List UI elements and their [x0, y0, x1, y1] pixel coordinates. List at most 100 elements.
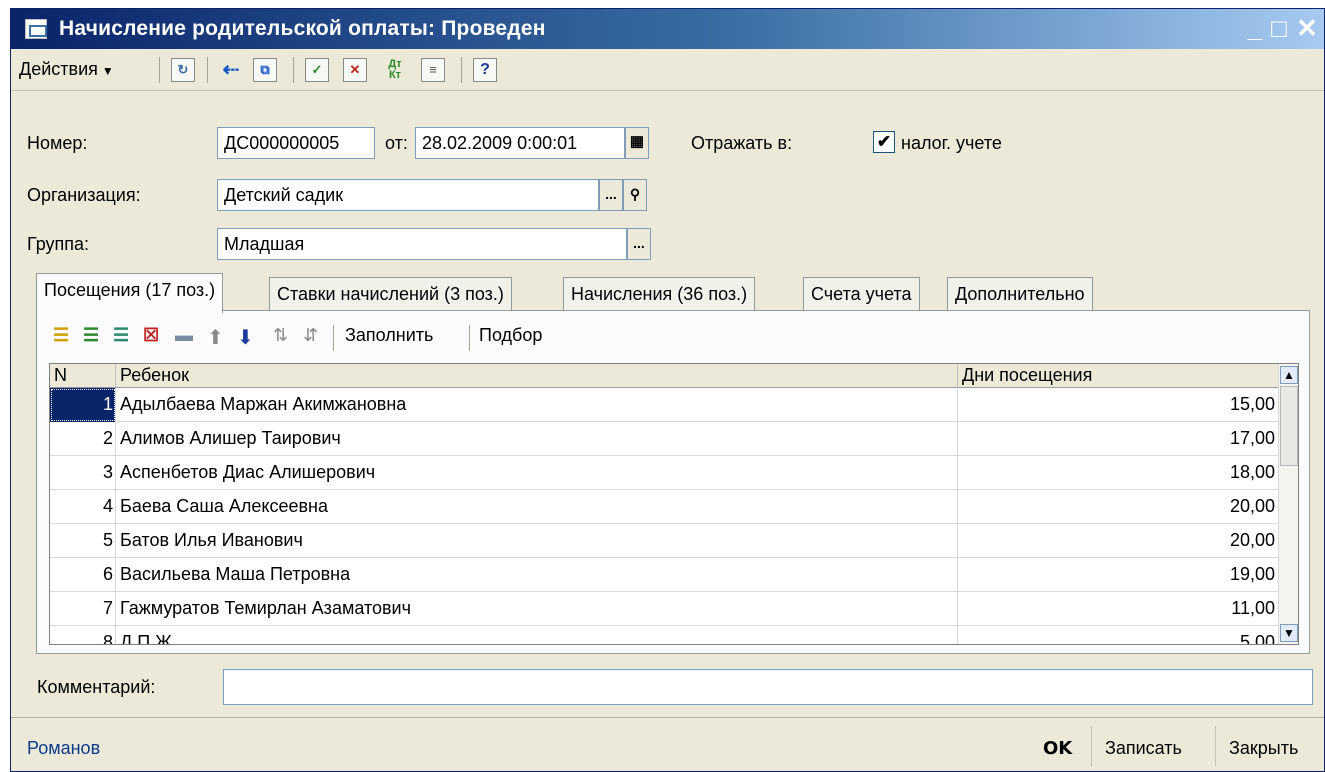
refresh-icon[interactable]: ↻ [171, 58, 195, 82]
visit-days: 19,00 [958, 558, 1280, 592]
number-field[interactable]: ДС000000005 [217, 127, 375, 159]
row-number: 7 [50, 592, 116, 626]
visit-days: 15,00 [958, 388, 1280, 422]
visit-days: 18,00 [958, 456, 1280, 490]
status-bar: Романов OK Записать Закрыть [11, 717, 1324, 772]
move-back-icon[interactable]: ⇠ [219, 58, 243, 82]
status-divider [1091, 726, 1092, 766]
dt-kt-label: Дт Кт [388, 58, 402, 81]
table-row[interactable]: 6 Васильева Маша Петровна 19,00 [50, 558, 1280, 592]
row-number: 8 [50, 626, 116, 644]
move-down-icon[interactable]: ⬇ [237, 325, 259, 349]
comment-label: Комментарий: [37, 677, 156, 697]
tab-additional[interactable]: Дополнительно [947, 277, 1093, 311]
end-edit-icon[interactable]: ▬ [175, 325, 197, 347]
number-label: Номер: [27, 133, 88, 153]
child-name: Гажмуратов Темирлан Азаматович [116, 592, 958, 626]
fill-button[interactable]: Заполнить [345, 325, 433, 346]
column-header-days[interactable]: Дни посещения [958, 364, 1280, 388]
toolbar-divider [207, 57, 208, 83]
panel-toolbar-divider [333, 325, 334, 351]
window-title: Начисление родительской оплаты: Проведен [59, 17, 546, 40]
document-icon [25, 19, 47, 39]
organization-field[interactable]: Детский садик [217, 179, 599, 211]
child-name: Васильева Маша Петровна [116, 558, 958, 592]
select-group-button[interactable]: ... [627, 228, 651, 260]
move-up-icon[interactable]: ⬆ [207, 325, 229, 349]
reflect-label: Отражать в: [691, 133, 793, 153]
current-user: Романов [27, 738, 101, 758]
tab-accruals[interactable]: Начисления (36 поз.) [563, 277, 756, 311]
sort-desc-icon[interactable]: ⇵ [303, 325, 325, 347]
actions-menu[interactable]: Действия ▼ [19, 59, 114, 80]
add-row-icon[interactable]: ☰ [53, 325, 75, 347]
row-number: 5 [50, 524, 116, 558]
child-name: Д П Ж [116, 626, 958, 644]
calendar-icon[interactable]: ▦ [625, 127, 649, 159]
toolbar-divider [159, 57, 160, 83]
row-number: 4 [50, 490, 116, 524]
main-toolbar: Действия ▼ ↻ ⇠ ⧉ ✓ ✕ Дт Кт ≡ ? [11, 49, 1324, 91]
magnifier-icon: ⚲ [629, 186, 641, 202]
vertical-scrollbar[interactable]: ▲ ▼ [1278, 364, 1298, 644]
column-header-n[interactable]: N [50, 364, 116, 388]
group-label: Группа: [27, 234, 90, 254]
table-row[interactable]: 8 Д П Ж 5,00 [50, 626, 1280, 644]
organization-label: Организация: [27, 185, 141, 205]
table-row[interactable]: 1 Адылбаева Маржан Акимжановна 15,00 [50, 388, 1280, 422]
table-row[interactable]: 2 Алимов Алишер Таирович 17,00 [50, 422, 1280, 456]
select-organization-button[interactable]: ... [599, 179, 623, 211]
child-name: Адылбаева Маржан Акимжановна [116, 388, 958, 422]
pick-button[interactable]: Подбор [479, 325, 542, 346]
edit-row-icon[interactable]: ☰ [113, 325, 135, 347]
help-icon[interactable]: ? [473, 58, 497, 82]
dt-kt-icon[interactable]: Дт Кт [383, 58, 407, 82]
unpost-icon[interactable]: ✕ [343, 58, 367, 82]
tab-visits[interactable]: Посещения (17 поз.) [36, 273, 224, 313]
column-header-child[interactable]: Ребенок [116, 364, 958, 388]
tax-accounting-checkbox[interactable]: ✔ [873, 131, 895, 153]
tax-accounting-label: налог. учете [901, 133, 1002, 153]
row-number: 3 [50, 456, 116, 490]
table-row[interactable]: 4 Баева Саша Алексеевна 20,00 [50, 490, 1280, 524]
close-button[interactable]: Закрыть [1229, 738, 1298, 759]
add-child-row-icon[interactable]: ☰ [83, 325, 105, 347]
row-number: 6 [50, 558, 116, 592]
visit-days: 11,00 [958, 592, 1280, 626]
scroll-thumb[interactable] [1280, 386, 1298, 466]
status-divider [1215, 726, 1216, 766]
visits-table[interactable]: N Ребенок Дни посещения 1 Адылбаева Марж… [49, 363, 1299, 645]
tab-rates[interactable]: Ставки начислений (3 поз.) [269, 277, 512, 311]
save-button[interactable]: Записать [1105, 738, 1182, 759]
maximize-button[interactable]: □ [1265, 13, 1293, 43]
sort-asc-icon[interactable]: ⇅ [273, 325, 295, 347]
tab-accounts[interactable]: Счета учета [803, 277, 920, 311]
title-bar[interactable]: Начисление родительской оплаты: Проведен… [11, 9, 1324, 49]
group-field[interactable]: Младшая [217, 228, 627, 260]
scroll-up-icon[interactable]: ▲ [1280, 366, 1298, 384]
visits-tab-panel: ☰ ☰ ☰ ☒ ▬ ⬆ ⬇ ⇅ ⇵ Заполнить Подбор N Реб… [36, 310, 1310, 654]
date-label: от: [385, 133, 408, 153]
ok-button[interactable]: OK [1043, 738, 1072, 759]
scroll-down-icon[interactable]: ▼ [1280, 624, 1298, 642]
report-icon[interactable]: ≡ [421, 58, 445, 82]
comment-field[interactable] [223, 669, 1313, 705]
visit-days: 5,00 [958, 626, 1280, 644]
row-number: 2 [50, 422, 116, 456]
table-row[interactable]: 3 Аспенбетов Диас Алишерович 18,00 [50, 456, 1280, 490]
close-window-button[interactable]: ✕ [1293, 13, 1321, 43]
visit-days: 20,00 [958, 524, 1280, 558]
copy-icon[interactable]: ⧉ [253, 58, 277, 82]
child-name: Баева Саша Алексеевна [116, 490, 958, 524]
child-name: Батов Илья Иванович [116, 524, 958, 558]
post-icon[interactable]: ✓ [305, 58, 329, 82]
child-name: Аспенбетов Диас Алишерович [116, 456, 958, 490]
visit-days: 20,00 [958, 490, 1280, 524]
table-row[interactable]: 5 Батов Илья Иванович 20,00 [50, 524, 1280, 558]
date-field[interactable]: 28.02.2009 0:00:01 [415, 127, 625, 159]
help-label: ? [480, 61, 490, 78]
table-row[interactable]: 7 Гажмуратов Темирлан Азаматович 11,00 [50, 592, 1280, 626]
open-organization-button[interactable]: ⚲ [623, 179, 647, 211]
delete-row-icon[interactable]: ☒ [143, 325, 165, 347]
row-number: 1 [50, 388, 116, 422]
